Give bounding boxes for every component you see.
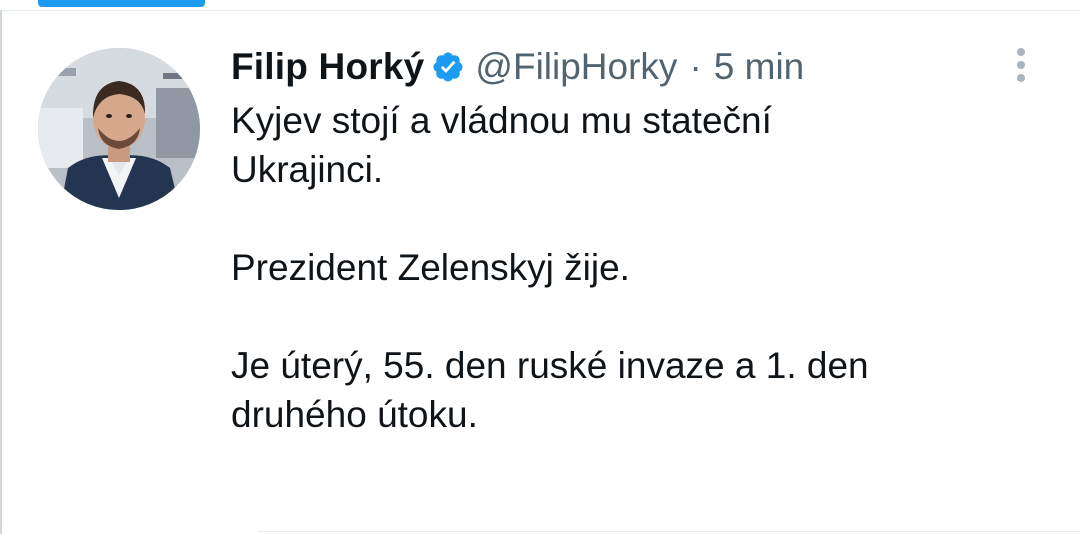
tweet-text-line: Prezident Zelenskyj žije.	[231, 247, 630, 288]
author-display-name[interactable]: Filip Horký	[231, 46, 424, 88]
tweet-text-line: druhého útoku.	[231, 394, 478, 435]
more-dot	[1017, 48, 1025, 56]
more-dot	[1017, 74, 1025, 82]
tweet-header: Filip Horký @FilipHorky · 5 min	[231, 40, 1031, 94]
tweet-timestamp[interactable]: 5 min	[714, 46, 804, 88]
tweet-content: Filip Horký @FilipHorky · 5 min Kyjev st…	[231, 40, 1031, 439]
verified-badge-icon	[431, 50, 465, 84]
left-border	[0, 10, 2, 534]
more-dot	[1017, 61, 1025, 69]
tweet-text-line: Je úterý, 55. den ruské invaze a 1. den	[231, 345, 869, 386]
tweet-text-line: Kyjev stojí a vládnou mu stateční	[231, 100, 772, 141]
header-separator: ·	[689, 46, 702, 87]
tweet-text: Kyjev stojí a vládnou mu stateční Ukraji…	[231, 96, 1031, 439]
active-tab-indicator	[38, 0, 205, 7]
more-vertical-icon[interactable]	[1006, 42, 1036, 88]
bottom-divider	[258, 531, 1080, 532]
top-divider	[0, 10, 1080, 11]
tweet-text-line: Ukrajinci.	[231, 149, 384, 190]
avatar-photo	[38, 48, 200, 210]
avatar[interactable]	[38, 48, 200, 210]
author-handle[interactable]: @FilipHorky	[475, 46, 677, 88]
tweet-screen: Filip Horký @FilipHorky · 5 min Kyjev st…	[0, 0, 1080, 534]
